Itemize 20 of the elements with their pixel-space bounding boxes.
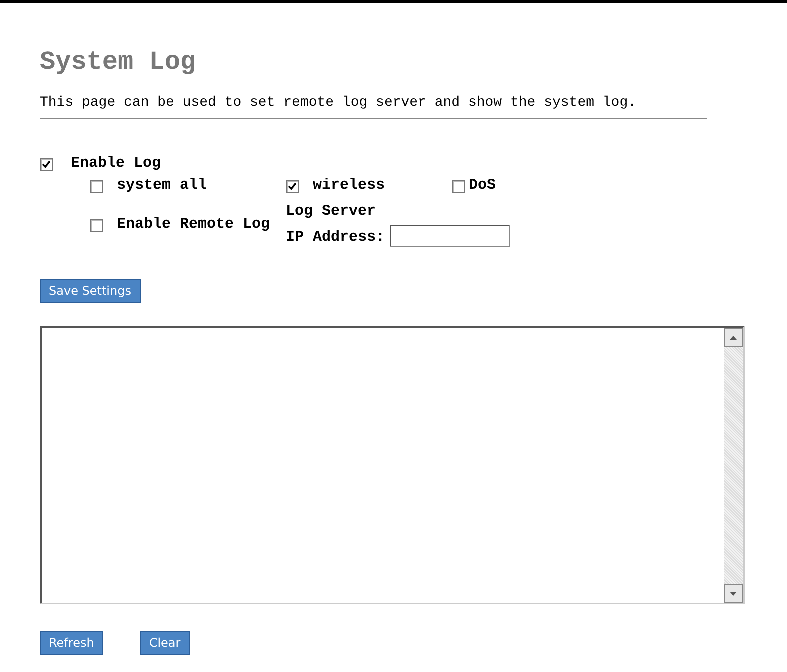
action-button[interactable]: Clear [140, 631, 190, 655]
ip-address-field[interactable] [390, 225, 510, 247]
checkbox-label: DoS [469, 177, 496, 195]
scroll-down-icon[interactable] [724, 584, 743, 603]
save-button[interactable]: Save Settings [40, 279, 140, 303]
scroll-up-icon[interactable] [724, 328, 743, 347]
page-description: This page can be used to set remote log server and show the system log. [40, 94, 636, 112]
checkbox-label: wireless [313, 177, 386, 195]
checkbox[interactable] [452, 180, 465, 192]
page-title: System Log [40, 47, 196, 77]
checkbox[interactable] [90, 180, 103, 192]
scrollbar[interactable] [724, 328, 743, 603]
action-button[interactable]: Refresh [40, 631, 104, 655]
checkbox[interactable] [286, 180, 299, 192]
field-label: Log Server IP Address: [286, 202, 386, 248]
checkbox-label: system all [117, 177, 208, 195]
checkbox-label: Enable Log [71, 155, 162, 173]
checkbox[interactable] [90, 218, 103, 232]
checkbox-label: Enable Remote Log [117, 216, 270, 234]
checkbox[interactable] [40, 158, 53, 170]
